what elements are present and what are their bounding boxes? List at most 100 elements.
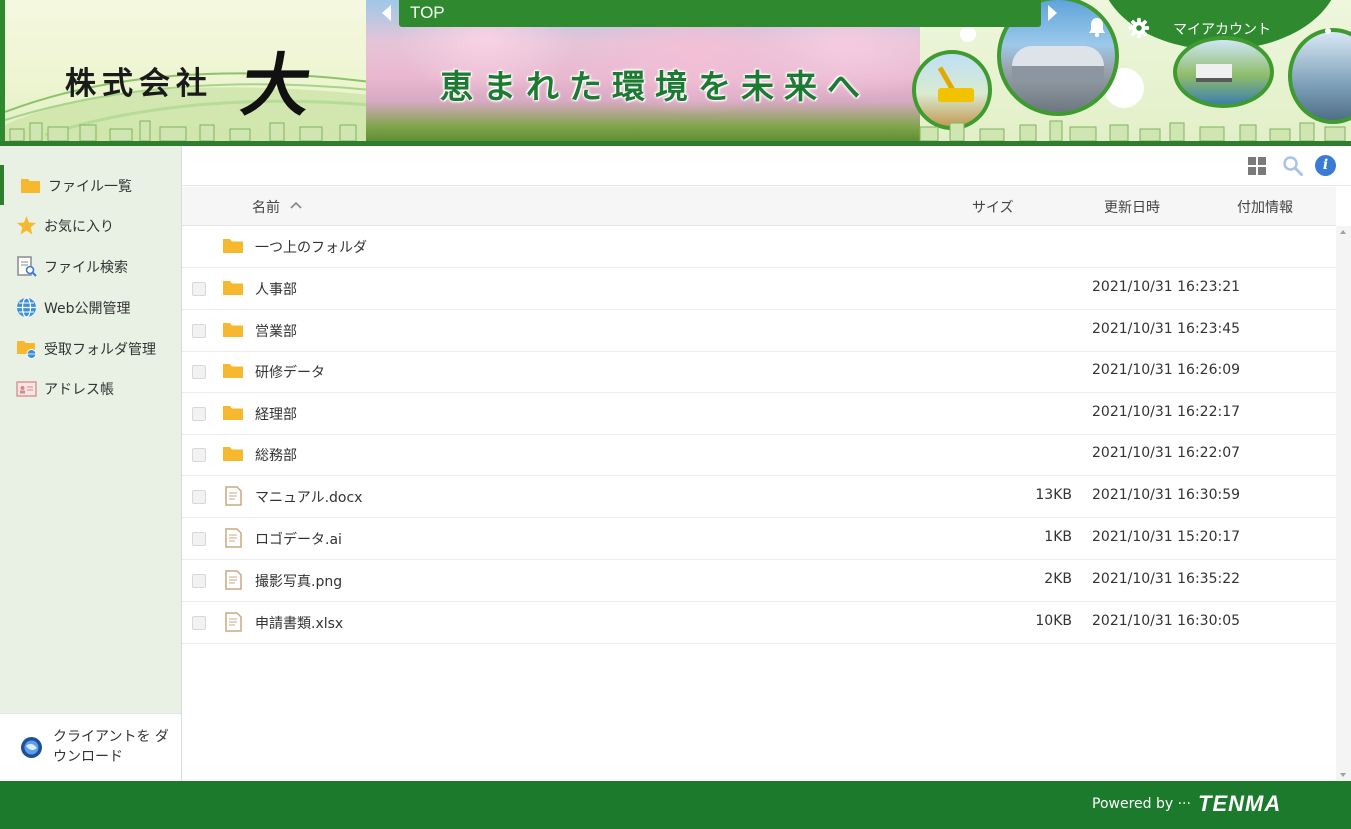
table-row[interactable]: 人事部 2021/10/31 16:23:21	[182, 268, 1336, 310]
address-book-icon	[16, 381, 37, 397]
file-date: 2021/10/31 16:35:22	[1092, 571, 1241, 587]
folder-icon	[223, 447, 243, 461]
station-roof	[1012, 46, 1104, 68]
star-icon	[17, 216, 36, 235]
file-size: 13KB	[1035, 487, 1072, 503]
account-menu-dot-icon[interactable]	[1325, 28, 1331, 34]
file-size: 2KB	[1044, 571, 1072, 587]
castle-building	[1196, 64, 1232, 82]
parent-folder-row[interactable]: 一つ上のフォルダ	[182, 226, 1336, 268]
folder-icon	[223, 323, 243, 337]
my-account-link[interactable]: マイアカウント	[1173, 19, 1271, 39]
sidebar: ファイル一覧 お気に入り ファイル検索 Web公開管理 受取フォルダ管理 アドレ…	[0, 146, 182, 781]
row-checkbox[interactable]	[192, 574, 206, 588]
sidebar-item-receive-folder[interactable]: 受取フォルダ管理	[0, 328, 181, 368]
logo-company-text: 株式会社	[65, 66, 213, 102]
info-icon[interactable]: i	[1315, 155, 1336, 176]
file-name[interactable]: 人事部	[255, 279, 297, 299]
file-date: 2021/10/31 16:23:21	[1092, 279, 1241, 295]
folder-icon	[21, 179, 40, 193]
sidebar-item-label: アドレス帳	[44, 382, 114, 398]
file-name[interactable]: マニュアル.docx	[255, 487, 362, 507]
search-icon[interactable]	[1282, 155, 1303, 176]
row-checkbox[interactable]	[192, 282, 206, 296]
globe-icon	[17, 297, 36, 318]
file-size: 1KB	[1044, 529, 1072, 545]
table-header: 名前 サイズ 更新日時 付加情報	[182, 187, 1336, 226]
row-checkbox[interactable]	[192, 324, 206, 338]
footer: Powered by ··· TENMA	[0, 781, 1351, 829]
file-name[interactable]: 撮影写真.png	[255, 571, 342, 591]
file-date: 2021/10/31 16:22:17	[1092, 404, 1241, 420]
file-name[interactable]: ロゴデータ.ai	[255, 529, 342, 549]
file-list-panel: i 名前 サイズ 更新日時 付加情報 一つ上のフォルダ 人事部 2021/10/…	[182, 146, 1351, 781]
file-name[interactable]: 総務部	[255, 445, 297, 465]
sidebar-item-web-publish[interactable]: Web公開管理	[0, 287, 181, 327]
sidebar-item-file-search[interactable]: ファイル検索	[0, 246, 181, 286]
column-header-size[interactable]: サイズ	[972, 197, 1014, 217]
file-date: 2021/10/31 16:30:59	[1092, 487, 1241, 503]
sidebar-item-label: ファイル一覧	[48, 179, 132, 195]
table-row[interactable]: 営業部 2021/10/31 16:23:45	[182, 310, 1336, 352]
row-checkbox[interactable]	[192, 448, 206, 462]
document-icon	[225, 528, 242, 548]
document-icon	[225, 570, 242, 590]
sort-ascending-icon[interactable]	[289, 200, 303, 210]
column-header-name[interactable]: 名前	[252, 197, 280, 217]
toolbar: i	[182, 146, 1351, 186]
file-size: 10KB	[1035, 613, 1072, 629]
decor-dot	[960, 26, 976, 42]
file-date: 2021/10/31 15:20:17	[1092, 529, 1241, 545]
vertical-scrollbar[interactable]	[1336, 226, 1351, 781]
table-row[interactable]: 申請書類.xlsx 10KB 2021/10/31 16:30:05	[182, 602, 1336, 644]
sidebar-item-label: ファイル検索	[44, 260, 128, 276]
file-date: 2021/10/31 16:23:45	[1092, 321, 1241, 337]
gear-icon[interactable]	[1128, 17, 1150, 39]
nav-prev-arrow-icon[interactable]	[382, 5, 391, 21]
row-checkbox[interactable]	[192, 616, 206, 630]
file-name[interactable]: 営業部	[255, 321, 297, 341]
folder-icon	[223, 281, 243, 295]
file-name[interactable]: 申請書類.xlsx	[255, 613, 343, 633]
file-date: 2021/10/31 16:30:05	[1092, 613, 1241, 629]
table-row[interactable]: マニュアル.docx 13KB 2021/10/31 16:30:59	[182, 476, 1336, 518]
table-row[interactable]: 総務部 2021/10/31 16:22:07	[182, 434, 1336, 476]
row-checkbox[interactable]	[192, 532, 206, 546]
client-download-icon	[21, 737, 42, 758]
table-row[interactable]: 研修データ 2021/10/31 16:26:09	[182, 351, 1336, 393]
sidebar-item-file-list[interactable]: ファイル一覧	[0, 165, 181, 205]
row-checkbox[interactable]	[192, 407, 206, 421]
download-client-button[interactable]: クライアントを ダウンロード	[0, 713, 181, 781]
receive-folder-icon	[17, 341, 37, 359]
table-row[interactable]: ロゴデータ.ai 1KB 2021/10/31 15:20:17	[182, 518, 1336, 560]
scroll-down-arrow-icon[interactable]	[1340, 773, 1346, 777]
sidebar-item-address-book[interactable]: アドレス帳	[0, 368, 181, 408]
station-body	[1012, 66, 1104, 80]
file-name[interactable]: 経理部	[255, 404, 297, 424]
file-search-icon	[17, 256, 37, 277]
parent-folder-label[interactable]: 一つ上のフォルダ	[255, 237, 367, 257]
tenma-brand-logo[interactable]: TENMA	[1198, 791, 1281, 817]
nav-bar	[399, 0, 1041, 27]
scroll-up-arrow-icon[interactable]	[1340, 230, 1346, 234]
table-row[interactable]: 撮影写真.png 2KB 2021/10/31 16:35:22	[182, 560, 1336, 602]
download-client-label: クライアントを ダウンロード	[53, 729, 169, 765]
nav-next-arrow-icon[interactable]	[1048, 5, 1057, 21]
sidebar-item-favorites[interactable]: お気に入り	[0, 205, 181, 245]
bell-icon[interactable]	[1086, 16, 1108, 38]
city-skyline	[9, 120, 1346, 141]
row-checkbox[interactable]	[192, 490, 206, 504]
row-checkbox[interactable]	[192, 365, 206, 379]
folder-icon	[223, 239, 243, 253]
table-row[interactable]: 経理部 2021/10/31 16:22:17	[182, 393, 1336, 435]
file-name[interactable]: 研修データ	[255, 362, 325, 382]
file-date: 2021/10/31 16:22:07	[1092, 445, 1241, 461]
logo-mark-text: 大	[236, 46, 316, 126]
sidebar-item-label: Web公開管理	[44, 301, 131, 317]
column-header-date[interactable]: 更新日時	[1104, 197, 1160, 217]
sidebar-item-label: 受取フォルダ管理	[44, 342, 156, 358]
document-icon	[225, 486, 242, 506]
nav-title[interactable]: TOP	[410, 3, 445, 23]
grid-view-icon[interactable]	[1248, 157, 1266, 175]
column-header-info[interactable]: 付加情報	[1237, 197, 1293, 217]
